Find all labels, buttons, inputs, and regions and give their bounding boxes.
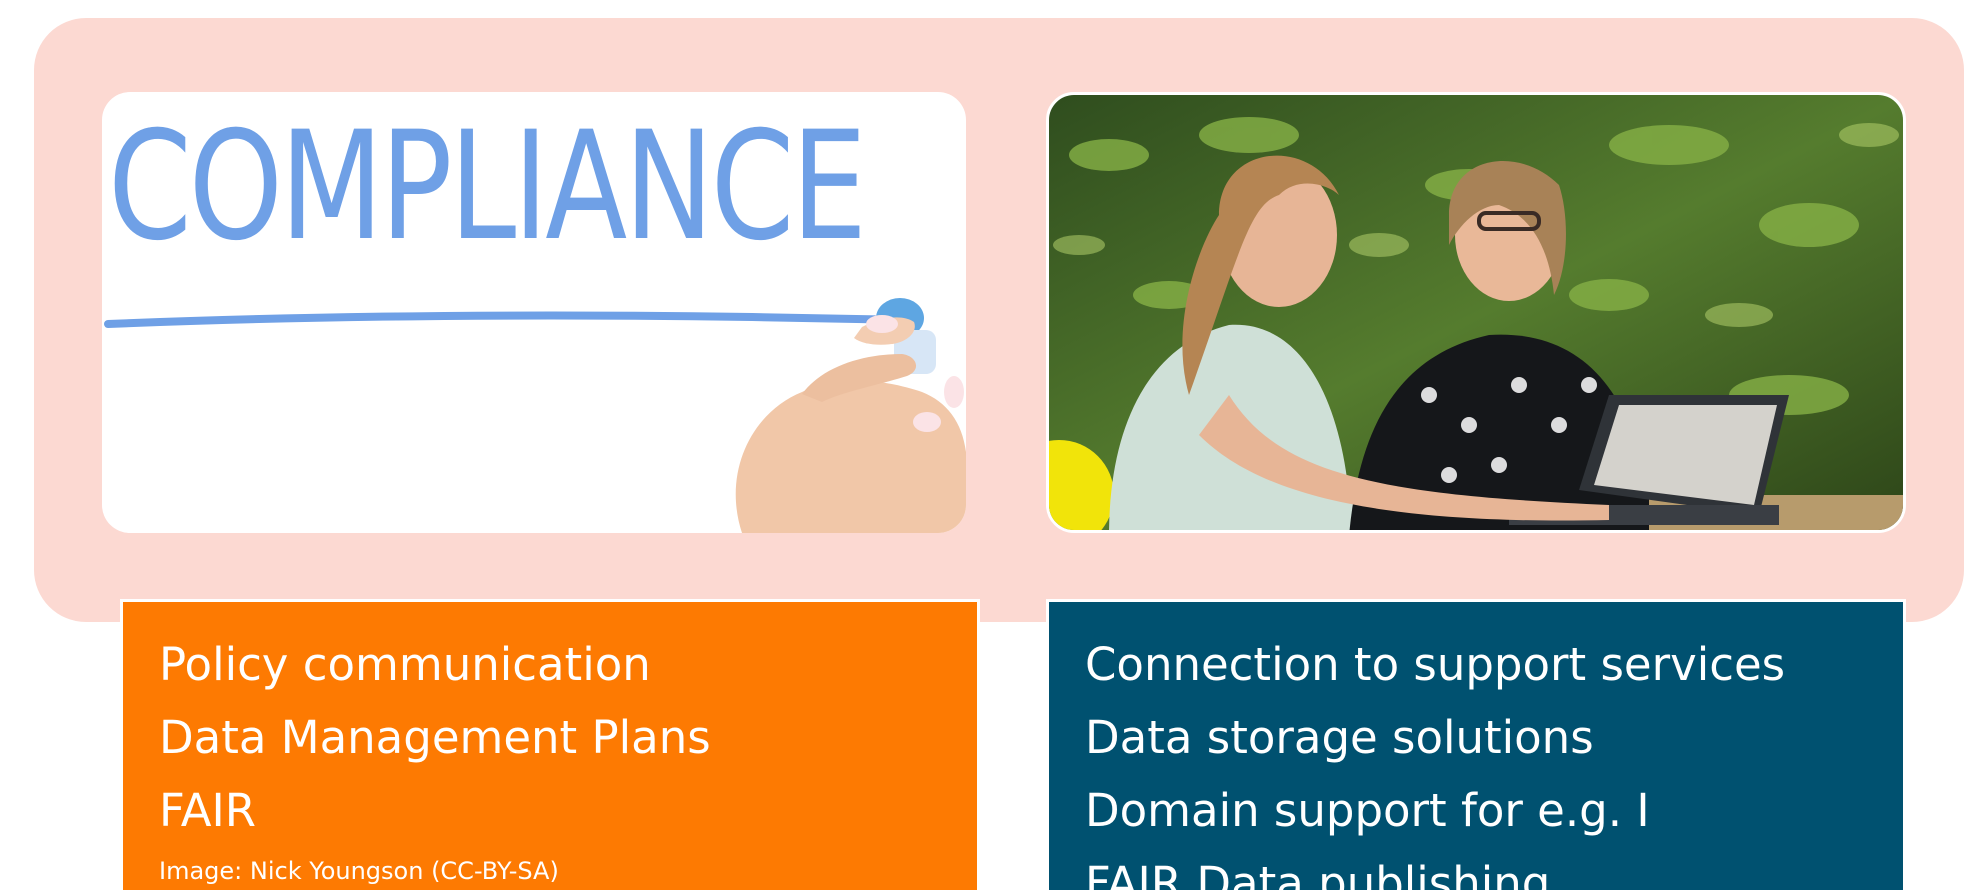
item-data-storage: Data storage solutions: [1085, 711, 1594, 764]
support-info-box: Connection to support services Data stor…: [1046, 599, 1906, 893]
compliance-info-box: Policy communication Data Management Pla…: [120, 599, 980, 893]
hand-palm: [735, 380, 966, 533]
photo-scene: [1049, 95, 1903, 530]
item-fair: FAIR: [159, 784, 257, 837]
image-credit: Image: Nick Youngson (CC-BY-SA): [159, 857, 559, 885]
fingernail-2: [944, 376, 964, 408]
item-domain-support: Domain support for e.g. I: [1085, 784, 1650, 837]
fingernail: [866, 315, 898, 333]
item-connection-support: Connection to support services: [1085, 638, 1786, 691]
underline-and-hand: [104, 298, 966, 533]
item-data-management-plans: Data Management Plans: [159, 711, 711, 764]
fingernail-3: [913, 412, 941, 432]
underline-stroke: [104, 311, 911, 328]
support-photo: [1046, 92, 1906, 533]
item-policy-communication: Policy communication: [159, 638, 651, 691]
item-fair-publishing: FAIR Data publishing: [1085, 857, 1551, 893]
compliance-image: COMPLIANCE: [102, 92, 966, 533]
